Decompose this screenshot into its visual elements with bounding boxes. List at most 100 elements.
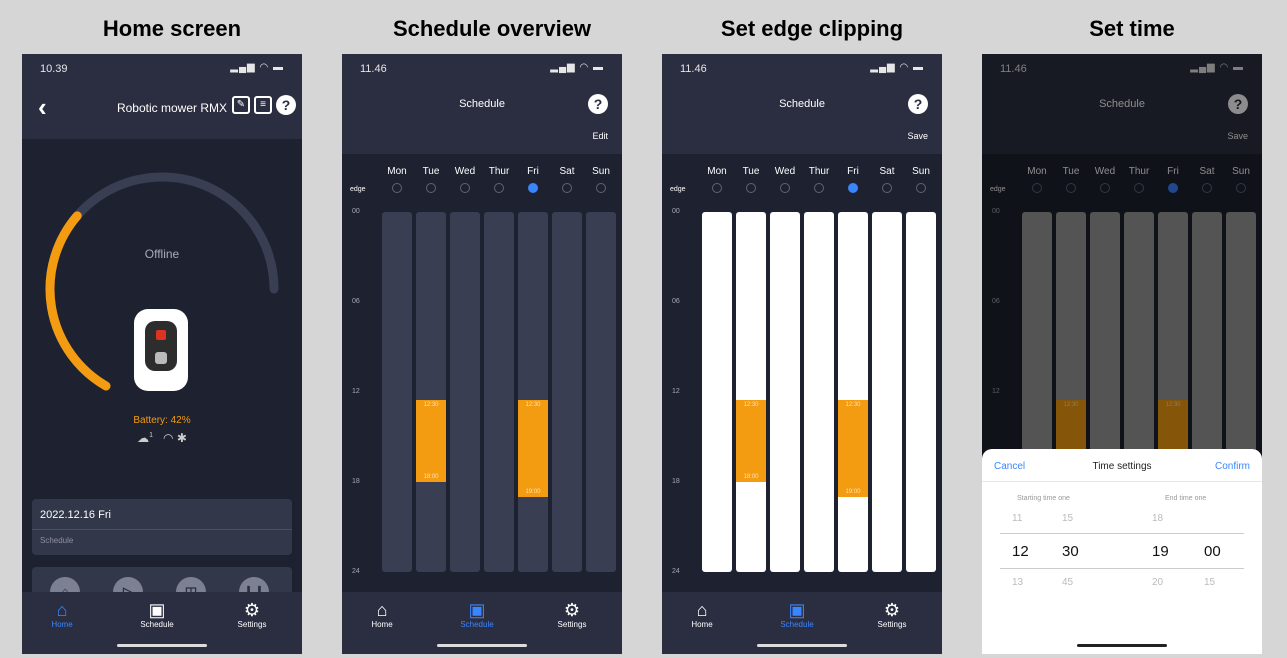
tab-settings[interactable]: ⚙Settings bbox=[222, 600, 282, 629]
edge-toggle-sat[interactable] bbox=[882, 183, 892, 193]
picker-line bbox=[1000, 533, 1244, 534]
block-end: 18:00 bbox=[743, 474, 759, 480]
block-start: 12:30 bbox=[525, 401, 541, 408]
schedule-card[interactable]: 2022.12.16 Fri Schedule bbox=[32, 499, 292, 555]
picker-value[interactable]: 11 bbox=[1012, 513, 1022, 524]
edit-icon[interactable]: ✎ bbox=[232, 96, 250, 114]
tab-label: Home bbox=[371, 620, 393, 629]
edge-toggle-fri[interactable] bbox=[528, 183, 538, 193]
edge-toggle-sun[interactable] bbox=[916, 183, 926, 193]
edge-toggle-thur[interactable] bbox=[814, 183, 824, 193]
picker-value[interactable]: 15 bbox=[1062, 513, 1073, 524]
day-column-thur[interactable] bbox=[804, 212, 834, 572]
tab-schedule[interactable]: ▣Schedule bbox=[767, 600, 827, 629]
picker-line bbox=[1000, 568, 1244, 569]
back-icon[interactable]: ‹ bbox=[38, 92, 47, 123]
block-start: 12:30 bbox=[845, 401, 861, 408]
schedule-block[interactable]: 12:30 18:00 bbox=[736, 399, 766, 482]
day-label: Wed bbox=[774, 166, 796, 177]
edge-toggle-tue[interactable] bbox=[426, 183, 436, 193]
day-column-mon[interactable] bbox=[382, 212, 412, 572]
home-indicator bbox=[757, 644, 847, 647]
edge-toggle-wed[interactable] bbox=[460, 183, 470, 193]
picker-value[interactable]: 13 bbox=[1012, 577, 1023, 588]
edge-toggle-fri[interactable] bbox=[848, 183, 858, 193]
day-label: Fri bbox=[527, 166, 539, 177]
picker-value[interactable]: 15 bbox=[1204, 577, 1215, 588]
picker-value[interactable]: 30 bbox=[1062, 543, 1079, 560]
edge-toggle-sun[interactable] bbox=[596, 183, 606, 193]
edge-toggle-tue[interactable] bbox=[746, 183, 756, 193]
calendar-clock-icon: ▣ bbox=[788, 600, 806, 620]
mower-image bbox=[134, 309, 188, 391]
edge-toggle-thur[interactable] bbox=[494, 183, 504, 193]
hour-label: 06 bbox=[352, 298, 360, 305]
confirm-button[interactable]: Confirm bbox=[1215, 461, 1250, 472]
day-label: Mon bbox=[387, 166, 407, 177]
day-column-mon[interactable] bbox=[702, 212, 732, 572]
day-column-sat[interactable] bbox=[872, 212, 902, 572]
hour-label: 18 bbox=[352, 478, 360, 485]
tab-bar: ⌂Home ▣Schedule ⚙Settings bbox=[342, 592, 622, 654]
home-screen-panel: Home screen 10.39 ▂▄▆ ◠ ▬ ‹ Robotic mowe… bbox=[17, 0, 327, 658]
set-time-panel: Set time 11.46 ▂▄▆ ◠ ▬ Schedule? Save Mon Tue… bbox=[977, 0, 1287, 658]
help-icon[interactable]: ? bbox=[588, 94, 608, 114]
calendar-clock-icon: ▣ bbox=[148, 600, 166, 620]
tab-schedule[interactable]: ▣Schedule bbox=[127, 600, 187, 629]
cloud-icon: ☁ bbox=[137, 431, 150, 445]
edge-toggle-mon[interactable] bbox=[712, 183, 722, 193]
day-label: Sat bbox=[879, 166, 895, 177]
hour-label: 18 bbox=[672, 478, 680, 485]
day-column-tue[interactable] bbox=[416, 212, 446, 572]
edge-toggle-mon[interactable] bbox=[392, 183, 402, 193]
help-icon[interactable]: ? bbox=[276, 95, 296, 115]
day-column-wed[interactable] bbox=[770, 212, 800, 572]
day-column-sat[interactable] bbox=[552, 212, 582, 572]
home-icon: ⌂ bbox=[696, 600, 708, 620]
tab-label: Home bbox=[691, 620, 713, 629]
phone-schedule-overview: 11.46 ▂▄▆ ◠ ▬ Schedule? Edit Mon Tue Wed Thur Fr… bbox=[342, 54, 622, 654]
day-column-wed[interactable] bbox=[450, 212, 480, 572]
schedule-block[interactable]: 12:30 19:00 bbox=[518, 399, 548, 497]
home-icon: ⌂ bbox=[376, 600, 388, 620]
home-indicator bbox=[1077, 644, 1167, 647]
status-icons: ▂▄▆ ◠ ▬ bbox=[230, 62, 284, 73]
status-bar: 11.46 ▂▄▆ ◠ ▬ bbox=[342, 54, 622, 84]
day-column-sun[interactable] bbox=[586, 212, 616, 572]
tab-schedule[interactable]: ▣Schedule bbox=[447, 600, 507, 629]
schedule-block[interactable]: 12:30 18:00 bbox=[416, 399, 446, 482]
picker-value[interactable]: 20 bbox=[1152, 577, 1163, 588]
divider bbox=[982, 481, 1262, 482]
edge-toggle-sat[interactable] bbox=[562, 183, 572, 193]
schedule-block[interactable]: 12:30 19:00 bbox=[838, 399, 868, 497]
day-label: Fri bbox=[847, 166, 859, 177]
tab-home[interactable]: ⌂Home bbox=[32, 600, 92, 629]
day-column-fri[interactable] bbox=[838, 212, 868, 572]
end-label: End time one bbox=[1165, 495, 1207, 502]
day-column-tue[interactable] bbox=[736, 212, 766, 572]
tab-home[interactable]: ⌂Home bbox=[352, 600, 412, 629]
tab-home[interactable]: ⌂Home bbox=[672, 600, 732, 629]
phone-set-time: 11.46 ▂▄▆ ◠ ▬ Schedule? Save Mon Tue Wed Thur Fr… bbox=[982, 54, 1262, 654]
picker-value[interactable]: 12 bbox=[1012, 543, 1029, 560]
tab-settings[interactable]: ⚙Settings bbox=[862, 600, 922, 629]
picker-value[interactable]: 19 bbox=[1152, 543, 1169, 560]
help-icon[interactable]: ? bbox=[908, 94, 928, 114]
day-column-sun[interactable] bbox=[906, 212, 936, 572]
day-label: Thur bbox=[808, 166, 830, 177]
gear-icon: ⚙ bbox=[563, 600, 581, 620]
day-column-fri[interactable] bbox=[518, 212, 548, 572]
picker-value[interactable]: 00 bbox=[1204, 543, 1221, 560]
edit-button[interactable]: Edit bbox=[592, 131, 608, 141]
save-button[interactable]: Save bbox=[907, 131, 928, 141]
message-icon[interactable]: ≡ bbox=[254, 96, 272, 114]
picker-value[interactable]: 45 bbox=[1062, 577, 1073, 588]
tab-settings[interactable]: ⚙Settings bbox=[542, 600, 602, 629]
panel-title: Schedule overview bbox=[392, 16, 592, 41]
day-label: Sun bbox=[912, 166, 930, 177]
day-column-thur[interactable] bbox=[484, 212, 514, 572]
device-status: Offline bbox=[144, 247, 180, 261]
picker-value[interactable]: 18 bbox=[1152, 513, 1163, 524]
edge-toggle-wed[interactable] bbox=[780, 183, 790, 193]
start-label: Starting time one bbox=[1017, 495, 1070, 502]
